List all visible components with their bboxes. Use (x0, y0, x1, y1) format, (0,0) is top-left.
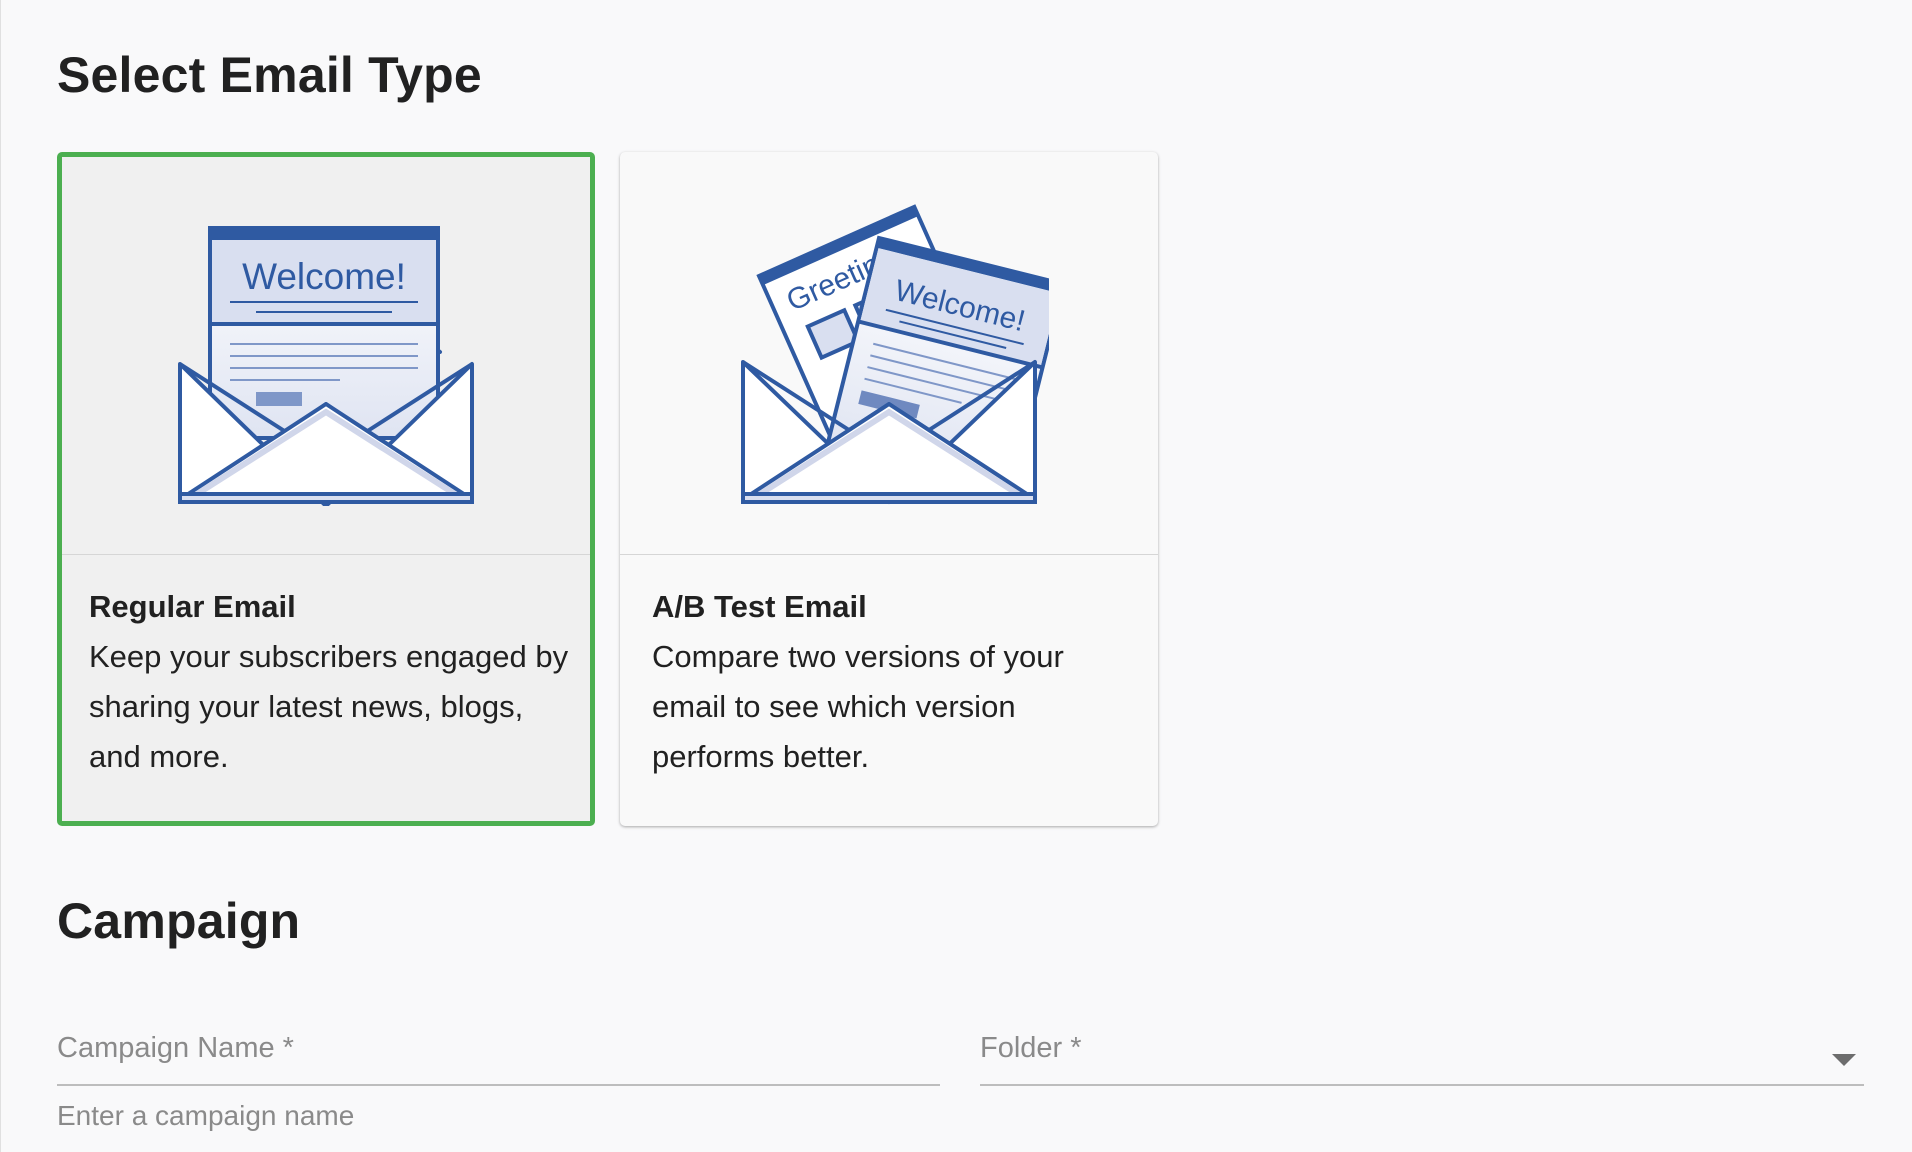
regular-email-description: Keep your subscribers engaged by sharing… (89, 639, 569, 774)
campaign-name-helper: Enter a campaign name (57, 1100, 355, 1131)
envelope-letter-icon: Welcome! (178, 225, 474, 506)
envelope-two-letters-icon: Greeting Welcome! (741, 204, 1049, 504)
regular-email-text: Regular Email Keep your subscribers enga… (89, 582, 570, 782)
ab-test-email-title: A/B Test Email (652, 589, 867, 624)
regular-email-illustration: Welcome! (62, 157, 590, 554)
folder-select[interactable]: Folder * (980, 1018, 1864, 1086)
card-divider (62, 554, 590, 555)
campaign-name-input[interactable] (57, 1018, 940, 1084)
card-divider (620, 554, 1158, 555)
ab-test-email-illustration: Greeting Welcome! (620, 152, 1158, 554)
regular-email-title: Regular Email (89, 589, 296, 624)
regular-email-card[interactable]: Welcome! Regular Email Keep your subscri… (57, 152, 595, 826)
ab-test-email-text: A/B Test Email Compare two versions of y… (652, 582, 1138, 782)
page-title: Select Email Type (57, 47, 482, 103)
ab-test-email-description: Compare two versions of your email to se… (652, 639, 1064, 774)
chevron-down-icon[interactable] (1832, 1054, 1856, 1066)
folder-label: Folder * (980, 1032, 1082, 1064)
welcome-text: Welcome! (242, 256, 406, 297)
campaign-section-title: Campaign (57, 893, 301, 949)
page: Select Email Type Welcome! Regular Email… (0, 0, 1912, 1152)
campaign-name-field[interactable]: Campaign Name * (57, 1018, 940, 1086)
ab-test-email-card[interactable]: Greeting Welcome! A/B Test Email Compare… (620, 152, 1158, 826)
